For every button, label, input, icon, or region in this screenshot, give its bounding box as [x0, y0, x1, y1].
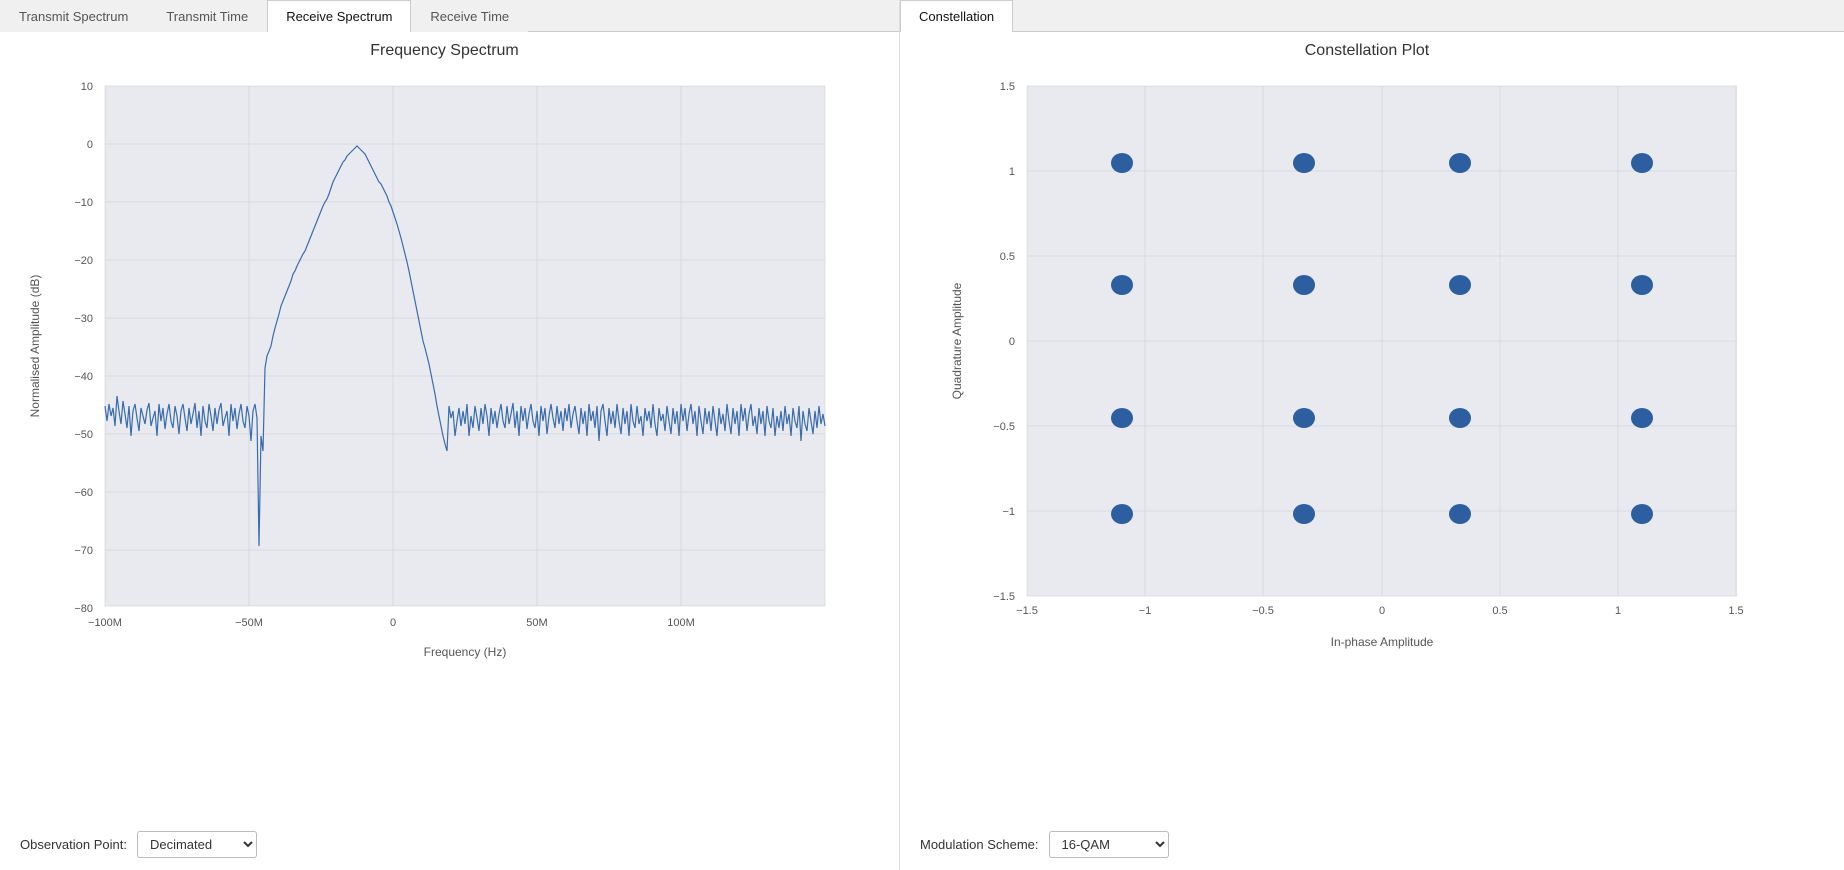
svg-text:−50: −50: [74, 429, 93, 441]
constellation-title: Constellation Plot: [1305, 42, 1430, 60]
constellation-point: [1111, 275, 1133, 295]
svg-text:−80: −80: [74, 603, 93, 615]
svg-text:1.5: 1.5: [1000, 81, 1015, 93]
constellation-point: [1293, 275, 1315, 295]
constellation-point: [1631, 408, 1653, 428]
observation-point-select[interactable]: Decimated Raw Filtered: [137, 831, 257, 858]
svg-text:0: 0: [1379, 605, 1385, 617]
plot-bg: [105, 86, 825, 606]
constellation-chart: 1.5 1 0.5 0 −0.5 −1 −1.5 −1.5 −1 −0.5 0 …: [947, 66, 1787, 686]
svg-text:1: 1: [1615, 605, 1621, 617]
observation-point-bar: Observation Point: Decimated Raw Filtere…: [0, 823, 899, 870]
svg-text:−1: −1: [1139, 605, 1152, 617]
constellation-point: [1293, 408, 1315, 428]
svg-text:0.5: 0.5: [1000, 251, 1015, 263]
tab-constellation[interactable]: Constellation: [900, 0, 1013, 32]
main-container: Transmit Spectrum Transmit Time Receive …: [0, 0, 1844, 870]
left-panel: Transmit Spectrum Transmit Time Receive …: [0, 0, 900, 870]
svg-text:−10: −10: [74, 197, 93, 209]
svg-text:0: 0: [389, 617, 395, 629]
constellation-point: [1111, 408, 1133, 428]
left-tabs: Transmit Spectrum Transmit Time Receive …: [0, 0, 899, 32]
modulation-scheme-select[interactable]: 16-QAM QPSK 8-PSK 64-QAM: [1049, 831, 1169, 858]
svg-text:−20: −20: [74, 255, 93, 267]
svg-text:1: 1: [1009, 166, 1015, 178]
constellation-point: [1293, 504, 1315, 524]
svg-text:0.5: 0.5: [1492, 605, 1507, 617]
svg-text:100M: 100M: [667, 617, 695, 629]
constellation-container: Constellation Plot: [900, 32, 1844, 823]
tab-receive-time[interactable]: Receive Time: [411, 0, 528, 32]
svg-text:−0.5: −0.5: [993, 421, 1015, 433]
svg-text:Frequency (Hz): Frequency (Hz): [423, 645, 506, 659]
svg-text:10: 10: [80, 81, 92, 93]
svg-text:0: 0: [1009, 336, 1015, 348]
svg-text:−30: −30: [74, 313, 93, 325]
svg-text:−70: −70: [74, 545, 93, 557]
svg-text:50M: 50M: [526, 617, 547, 629]
constellation-point: [1449, 408, 1471, 428]
constellation-point: [1449, 275, 1471, 295]
tab-transmit-spectrum[interactable]: Transmit Spectrum: [0, 0, 147, 32]
constellation-point: [1111, 153, 1133, 173]
svg-text:−60: −60: [74, 487, 93, 499]
svg-text:In-phase Amplitude: In-phase Amplitude: [1331, 635, 1434, 649]
svg-text:−100M: −100M: [88, 617, 122, 629]
constellation-point: [1293, 153, 1315, 173]
constellation-point: [1631, 153, 1653, 173]
svg-text:Quadrature Amplitude: Quadrature Amplitude: [950, 282, 964, 399]
svg-text:Normalised Amplitude (dB): Normalised Amplitude (dB): [28, 275, 42, 418]
frequency-spectrum-chart: IQ Spectrum: [25, 66, 865, 686]
svg-text:−1.5: −1.5: [993, 591, 1015, 603]
svg-text:−1.5: −1.5: [1016, 605, 1038, 617]
right-panel: Constellation Constellation Plot: [900, 0, 1844, 870]
modulation-scheme-bar: Modulation Scheme: 16-QAM QPSK 8-PSK 64-…: [900, 823, 1844, 870]
constellation-point: [1111, 504, 1133, 524]
frequency-spectrum-container: Frequency Spectrum IQ Spectrum: [0, 32, 899, 823]
svg-text:−40: −40: [74, 371, 93, 383]
svg-text:−50M: −50M: [235, 617, 263, 629]
constellation-point: [1631, 504, 1653, 524]
right-tabs: Constellation: [900, 0, 1844, 32]
observation-point-label: Observation Point:: [20, 837, 127, 852]
constellation-point: [1631, 275, 1653, 295]
tab-transmit-time[interactable]: Transmit Time: [147, 0, 267, 32]
svg-text:−1: −1: [1002, 506, 1015, 518]
svg-text:0: 0: [86, 139, 92, 151]
svg-text:1.5: 1.5: [1728, 605, 1743, 617]
frequency-spectrum-title: Frequency Spectrum: [370, 42, 519, 60]
tab-receive-spectrum[interactable]: Receive Spectrum: [267, 0, 411, 32]
svg-text:−0.5: −0.5: [1252, 605, 1274, 617]
constellation-point: [1449, 504, 1471, 524]
constellation-point: [1449, 153, 1471, 173]
modulation-scheme-label: Modulation Scheme:: [920, 837, 1039, 852]
